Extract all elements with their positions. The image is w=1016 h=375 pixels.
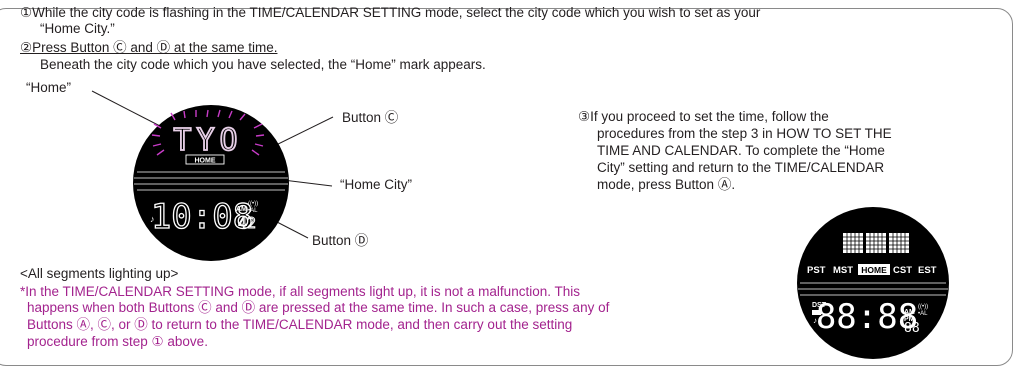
alarm-indicator-2: •AL [918, 311, 928, 317]
note-heading: <All segments lighting up> [20, 266, 179, 281]
city-est: EST [918, 265, 937, 276]
dot-matrix-blocks [843, 233, 909, 253]
city-cst: CST [893, 265, 912, 276]
seconds-display-2: 88 [904, 321, 920, 336]
note-line3: Buttons Ⓐ, Ⓒ, or Ⓓ to return to the TIME… [27, 317, 573, 332]
city-mst: MST [833, 265, 853, 276]
note-line2: happens when both Buttons Ⓒ and Ⓓ are pr… [27, 300, 610, 315]
alarm-signal-icon-2: ((•)) [918, 304, 928, 310]
home-mark-2: HOME [861, 265, 887, 275]
note-line1: *In the TIME/CALENDAR SETTING mode, if a… [20, 284, 580, 299]
city-pst: PST [807, 265, 826, 276]
note-line4: procedure from step ① above. [27, 334, 208, 349]
time-display-2: 88:88 [816, 297, 918, 337]
am-indicator-2: AM [904, 309, 915, 316]
